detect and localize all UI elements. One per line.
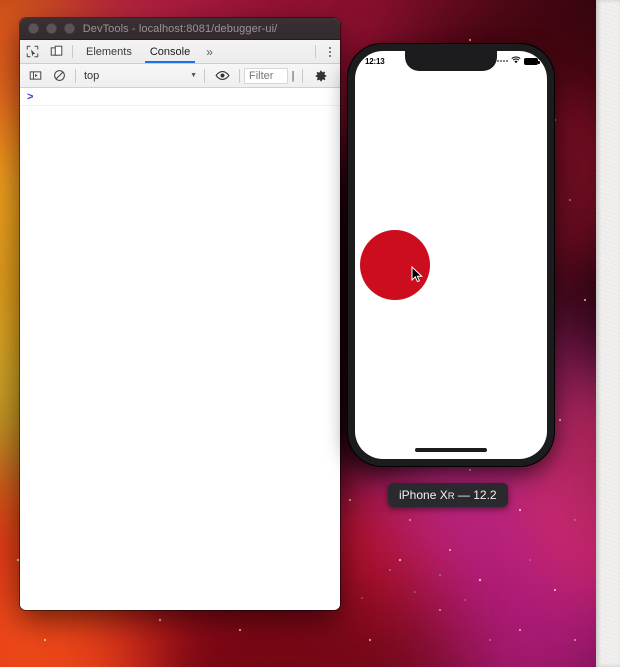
more-options-icon[interactable] bbox=[320, 40, 340, 63]
tab-console[interactable]: Console bbox=[141, 40, 199, 63]
devtools-tabbar[interactable]: Elements Console » bbox=[20, 40, 340, 64]
maximize-button[interactable] bbox=[64, 23, 75, 34]
device-toolbar-icon[interactable] bbox=[44, 40, 68, 63]
home-indicator bbox=[415, 448, 487, 452]
console-prompt-chevron: > bbox=[27, 90, 34, 103]
phone-frame: 12:13 bbox=[348, 44, 554, 466]
console-output-area[interactable]: > bbox=[20, 88, 340, 608]
device-name-prefix: iPhone X bbox=[399, 488, 448, 502]
battery-icon bbox=[524, 57, 540, 65]
toolbar-divider-right bbox=[315, 45, 316, 58]
execution-context-value: top bbox=[84, 69, 100, 82]
create-live-expression-icon[interactable] bbox=[209, 65, 235, 87]
devtools-window[interactable]: DevTools - localhost:8081/debugger-ui/ E… bbox=[20, 18, 340, 610]
console-toolbar[interactable]: top ▼ Filter | bbox=[20, 64, 340, 88]
phone-screen[interactable]: 12:13 bbox=[355, 51, 547, 459]
inspect-element-icon[interactable] bbox=[20, 40, 44, 63]
ios-simulator[interactable]: 12:13 bbox=[348, 44, 554, 466]
text-cursor: | bbox=[291, 69, 295, 82]
devtools-titlebar[interactable]: DevTools - localhost:8081/debugger-ui/ bbox=[20, 18, 340, 40]
toolbar-divider bbox=[204, 68, 205, 83]
more-tabs-icon[interactable]: » bbox=[199, 40, 220, 63]
status-bar: 12:13 bbox=[355, 51, 547, 71]
clear-console-icon[interactable] bbox=[47, 65, 71, 87]
tab-elements[interactable]: Elements bbox=[77, 40, 141, 63]
toolbar-divider bbox=[302, 68, 303, 83]
status-time: 12:13 bbox=[365, 56, 385, 66]
cellular-signal-icon bbox=[497, 60, 508, 62]
toolbar-divider bbox=[72, 45, 73, 58]
paper-texture-strip bbox=[596, 0, 620, 667]
mouse-cursor bbox=[411, 266, 423, 283]
close-button[interactable] bbox=[28, 23, 39, 34]
console-prompt-row[interactable]: > bbox=[20, 88, 340, 106]
execution-context-dropdown[interactable]: top ▼ bbox=[80, 67, 200, 85]
console-sidebar-icon[interactable] bbox=[23, 65, 47, 87]
device-name-suffix: R bbox=[447, 491, 455, 502]
toolbar-divider bbox=[239, 68, 240, 83]
filter-input[interactable]: Filter bbox=[244, 67, 288, 84]
console-settings-gear-icon[interactable] bbox=[309, 65, 333, 87]
device-label: iPhone XR — 12.2 bbox=[388, 483, 508, 507]
chevron-down-icon: ▼ bbox=[190, 72, 197, 79]
device-os-version: 12.2 bbox=[473, 488, 497, 502]
toolbar-divider bbox=[75, 68, 76, 83]
minimize-button[interactable] bbox=[46, 23, 57, 34]
wifi-icon bbox=[511, 56, 521, 66]
red-circle-shape[interactable] bbox=[360, 230, 430, 300]
device-label-separator: — bbox=[454, 488, 474, 502]
